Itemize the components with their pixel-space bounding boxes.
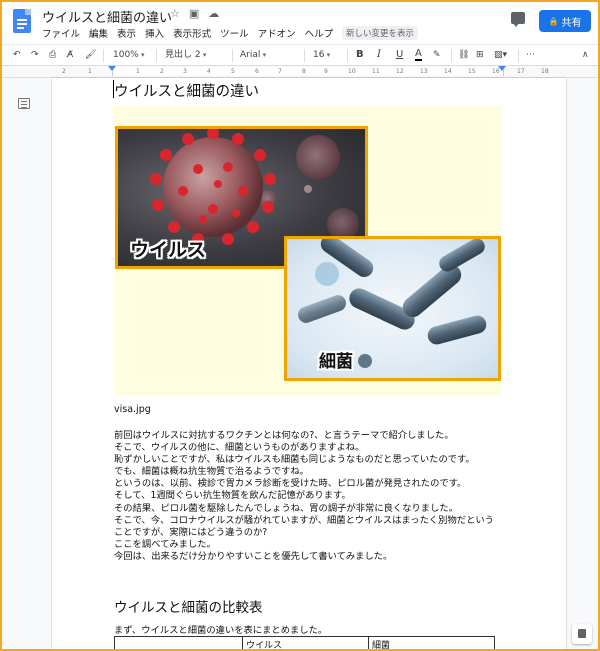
zoom-select[interactable]: 100% [113, 49, 144, 61]
right-indent-marker[interactable] [498, 66, 506, 71]
comment-history-icon[interactable] [511, 12, 525, 27]
text-line: ことですが、実際にはどう違うのか? [114, 526, 268, 538]
ruler-number: 2 [160, 68, 164, 75]
more-options-icon[interactable]: ⋯ [526, 49, 535, 61]
left-indent-marker[interactable] [108, 66, 116, 71]
bacteria-image[interactable]: 細菌 [284, 236, 501, 381]
ruler-number: 17 [517, 68, 525, 75]
italic-button[interactable]: I [377, 49, 381, 61]
ruler-number: 1 [136, 68, 140, 75]
table-row: ウイルス 細菌 [114, 636, 495, 649]
star-icon[interactable]: ☆ [170, 7, 180, 20]
text-line: でも、細菌は概ね抗生物質で治るようですね。 [114, 466, 309, 478]
ruler-number: 5 [231, 68, 235, 75]
undo-icon[interactable]: ↶ [13, 49, 21, 61]
menu-view[interactable]: 表示 [117, 26, 136, 40]
ruler-number: 7 [278, 68, 282, 75]
text-line: 今回は、出来るだけ分かりやすいことを優先して書いてみました。 [114, 550, 393, 562]
share-label: 共有 [561, 17, 582, 29]
collapse-menus-icon[interactable]: ∧ [582, 49, 589, 61]
ruler-number: 3 [183, 68, 187, 75]
comparison-table[interactable]: ウイルス 細菌 [114, 636, 495, 649]
ruler-number: 11 [372, 68, 380, 75]
font-size-select[interactable]: 16 [313, 49, 330, 61]
menu-tools[interactable]: ツール [220, 26, 249, 40]
document-page[interactable]: ウイルスと細菌の違い ウイルス 細菌 visa.jpg 前回はウイルスに対抗する… [52, 78, 566, 649]
text-line: ここを調べてみました。 [114, 538, 216, 550]
bold-button[interactable]: B [356, 49, 364, 61]
menu-bar: ファイル 編集 表示 挿入 表示形式 ツール アドオン ヘルプ [42, 26, 333, 40]
text-line: そして、1週間ぐらい抗生物質を飲んだ記憶があります。 [114, 490, 351, 502]
ruler-number: 4 [207, 68, 211, 75]
add-comment-icon[interactable]: ⊞ [476, 49, 484, 61]
see-new-changes-button[interactable]: 新しい変更を表示 [342, 26, 419, 40]
toolbar: ↶ ↷ ⎙ A̸ 🖌 100% 見出し 2 Arial 16 B I U A ✎… [2, 44, 598, 66]
table-cell[interactable]: 細菌 [368, 636, 495, 649]
bacteria-image-label: 細菌 [319, 352, 353, 372]
section-heading[interactable]: ウイルスと細菌の比較表 [114, 596, 263, 616]
ruler-number: 2 [62, 68, 66, 75]
ruler-number: 8 [302, 68, 306, 75]
ruler-number: 18 [541, 68, 549, 75]
menu-edit[interactable]: 編集 [89, 26, 108, 40]
paint-format-icon[interactable]: 🖌 [85, 49, 96, 61]
font-select[interactable]: Arial [240, 49, 298, 61]
docs-logo-icon[interactable] [13, 9, 31, 33]
text-line: 恥ずかしいことですが、私はウイルスも細菌も同じようなものだと思っていたのです。 [114, 454, 475, 466]
document-heading[interactable]: ウイルスと細菌の違い [114, 80, 259, 101]
app-window: ウイルスと細菌の違い ☆ ▣ ☁ ファイル 編集 表示 挿入 表示形式 ツール … [2, 2, 598, 649]
document-outline-icon[interactable] [18, 98, 30, 109]
virus-image-label: ウイルス [130, 239, 207, 261]
cloud-saved-icon[interactable]: ☁ [208, 7, 219, 20]
title-icons: ☆ ▣ ☁ [170, 7, 219, 20]
explore-button[interactable] [572, 624, 592, 644]
text-line: 前回はウイルスに対抗するワクチンとは何なの?、と言うテーマで紹介しました。 [114, 430, 454, 441]
text-line: というのは、以前、検診で胃カメラ診断を受けた時、ピロル菌が発見されたのです。 [114, 478, 467, 490]
menu-file[interactable]: ファイル [42, 26, 80, 40]
highlight-icon[interactable]: ✎ [433, 49, 441, 61]
print-icon[interactable]: ⎙ [49, 49, 56, 61]
table-cell[interactable] [114, 636, 243, 649]
image-block[interactable]: ウイルス 細菌 [114, 106, 502, 396]
ruler-number: 10 [348, 68, 356, 75]
ruler-number: 12 [396, 68, 404, 75]
title-bar: ウイルスと細菌の違い ☆ ▣ ☁ ファイル 編集 表示 挿入 表示形式 ツール … [2, 2, 598, 44]
link-icon[interactable]: ⛓ [458, 49, 469, 61]
redo-icon[interactable]: ↷ [31, 49, 39, 61]
ruler-number: 6 [255, 68, 259, 75]
table-cell[interactable]: ウイルス [242, 636, 369, 649]
table-intro-text[interactable]: まず、ウイルスと細菌の違いを表にまとめました。 [114, 622, 327, 636]
lock-icon: 🔒 [548, 16, 559, 26]
ruler-number: 1 [88, 68, 92, 75]
text-color-button[interactable]: A [415, 49, 422, 61]
text-line: そこで、ウイルスの他に、細菌というものがありますよね。 [114, 442, 365, 454]
menu-help[interactable]: ヘルプ [305, 26, 334, 40]
ruler[interactable]: 2 1 1 2 3 4 5 6 7 8 9 10 11 12 13 14 15 … [2, 66, 598, 78]
insert-image-icon[interactable]: ▨▾ [494, 49, 507, 61]
menu-addons[interactable]: アドオン [258, 26, 296, 40]
underline-button[interactable]: U [396, 49, 403, 61]
text-line: そこで、今、コロナウイルスが騒がれていますが、細菌とウイルスはまったく別物だとい… [114, 514, 494, 526]
move-folder-icon[interactable]: ▣ [189, 7, 199, 20]
ruler-number: 9 [324, 68, 328, 75]
document-title[interactable]: ウイルスと細菌の違い [42, 7, 172, 26]
spellcheck-icon[interactable]: A̸ [67, 49, 73, 61]
text-line: その結果、ピロル菌を駆除したんでしょうね、胃の調子が非常に良くなりました。 [114, 502, 458, 514]
ruler-number: 15 [468, 68, 476, 75]
menu-insert[interactable]: 挿入 [145, 26, 164, 40]
ruler-number: 13 [420, 68, 428, 75]
ruler-number: 14 [444, 68, 452, 75]
paragraph-style-select[interactable]: 見出し 2 [165, 49, 225, 61]
body-paragraph[interactable]: 前回はウイルスに対抗するワクチンとは何なの?、と言うテーマで紹介しました。 そこ… [114, 430, 504, 563]
menu-format[interactable]: 表示形式 [173, 26, 211, 40]
image-caption[interactable]: visa.jpg [114, 404, 151, 415]
share-button[interactable]: 🔒 共有 [539, 10, 591, 32]
